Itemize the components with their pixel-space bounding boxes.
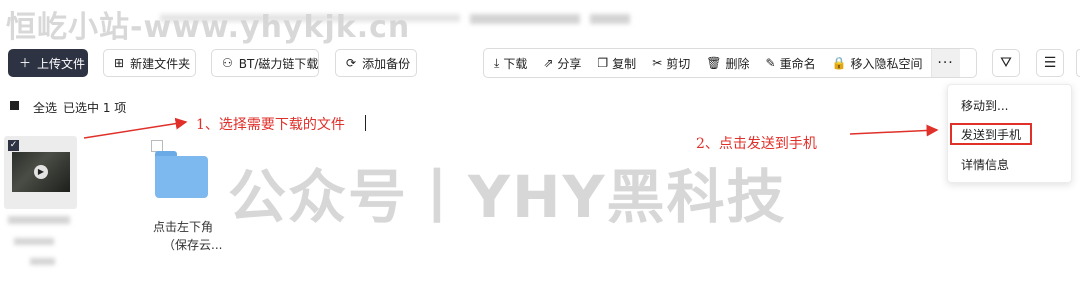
arrow-step2	[849, 124, 939, 137]
annotation-step2: 2、点击发送到手机	[696, 136, 817, 152]
annotation-arrows	[83, 117, 939, 139]
menu-item-send-to-phone[interactable]: 发送到手机	[961, 126, 1021, 143]
annotation-step1: 1、选择需要下载的文件	[196, 117, 345, 133]
arrow-step1	[83, 117, 188, 139]
menu-item-move-to[interactable]: 移动到...	[961, 97, 1008, 114]
more-dropdown-menu: 移动到... 发送到手机 详情信息	[947, 84, 1072, 183]
menu-item-details[interactable]: 详情信息	[961, 156, 1009, 173]
text-cursor	[365, 115, 366, 131]
